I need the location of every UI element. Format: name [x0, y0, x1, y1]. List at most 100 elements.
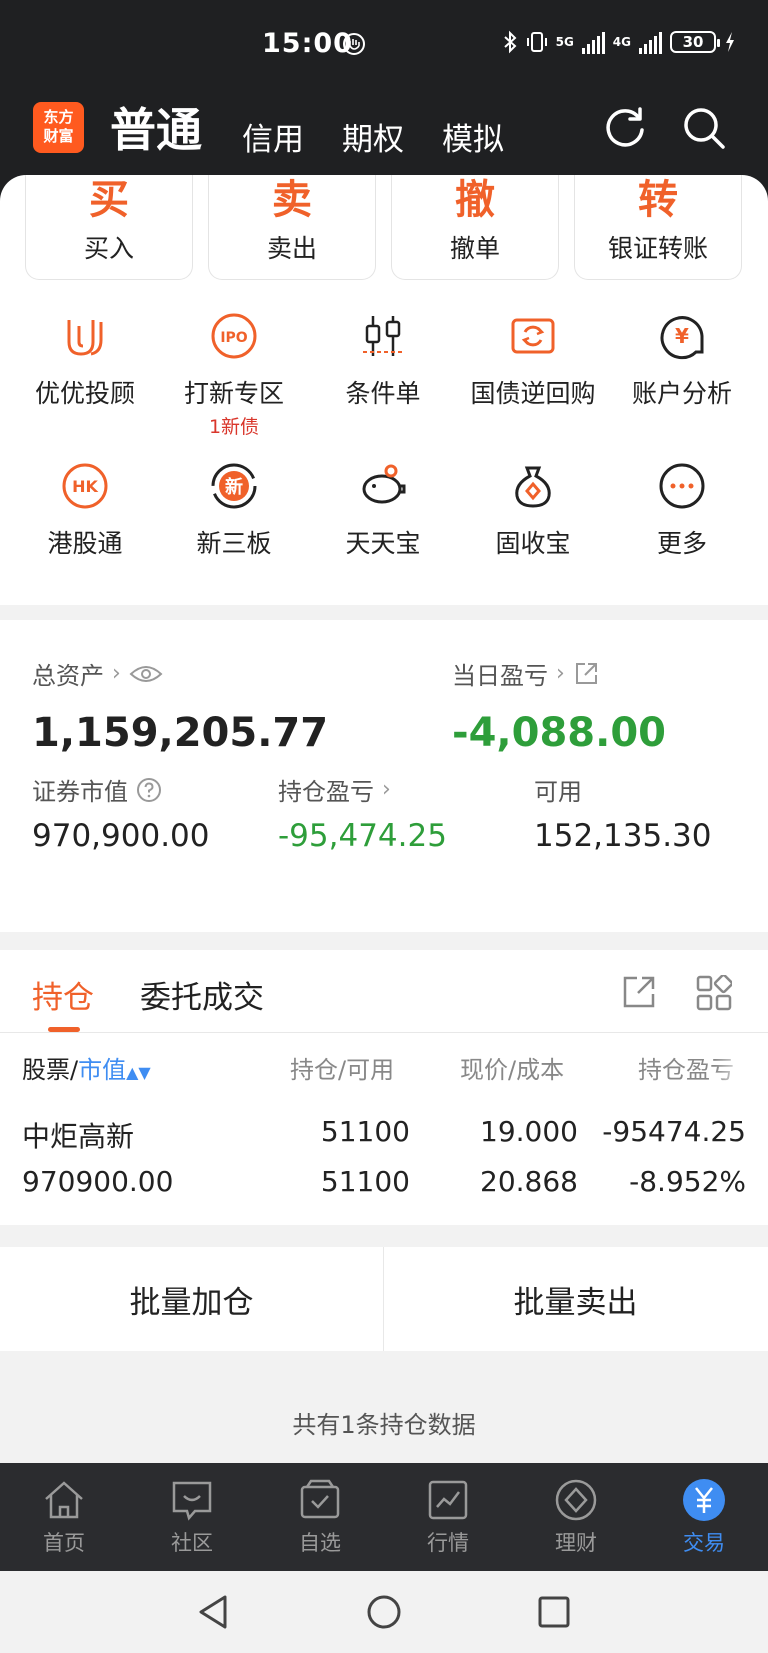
home-circle-icon[interactable] [366, 1593, 402, 1631]
more-icon [659, 463, 705, 509]
daily-pl-text: 当日盈亏 [452, 662, 548, 690]
signal-bars-icon [639, 30, 662, 54]
tab-orders-trades[interactable]: 委托成交 [140, 972, 264, 1017]
status-time: 15:00 [262, 28, 353, 59]
daily-pl-label[interactable]: 当日盈亏 › [452, 656, 599, 691]
nav-community[interactable]: 社区 [128, 1463, 256, 1571]
network-4g-label: 4G [612, 35, 631, 49]
eye-icon[interactable] [129, 664, 163, 684]
network-5g-label: 5G [555, 35, 574, 49]
tab-simulation[interactable]: 模拟 [442, 114, 504, 159]
ipo-icon: IPO [211, 313, 257, 359]
cancel-order-button[interactable]: 撤 撤单 [391, 175, 559, 280]
chat-icon [172, 1481, 212, 1521]
tab-normal[interactable]: 普通 [110, 94, 202, 160]
grid-label: 国债逆回购 [470, 379, 596, 408]
grid-item-more[interactable]: 更多 [607, 462, 757, 560]
battery-level: 30 [682, 33, 704, 51]
chevron-right-icon: › [112, 661, 121, 686]
back-icon[interactable] [195, 1593, 231, 1631]
status-bar: 15:00 5G 4G 30 [0, 0, 768, 90]
cancel-label: 撤单 [449, 234, 500, 263]
tab-options[interactable]: 期权 [342, 114, 404, 159]
app-logo: 东方 财富 [33, 102, 84, 153]
nav-wealth[interactable]: 理财 [512, 1463, 640, 1571]
nav-label: 首页 [43, 1531, 85, 1555]
transfer-char: 转 [638, 177, 678, 223]
grid-label: 更多 [656, 529, 707, 558]
total-assets-value: 1,159,205.77 [32, 710, 329, 756]
grid-label: 天天宝 [345, 529, 421, 558]
grid-item-gushoubao[interactable]: 固收宝 [458, 462, 608, 560]
market-value-value: 970,900.00 [32, 818, 210, 854]
stock-price: 19.000 [480, 1115, 578, 1148]
available-label: 可用 [534, 772, 582, 807]
available-text: 可用 [534, 778, 582, 806]
grid-item-neeq[interactable]: 新 新三板 [159, 462, 309, 560]
search-icon[interactable] [680, 104, 728, 152]
vibrate-icon [526, 32, 547, 52]
grid-item-advisor[interactable]: 优优投顾 [10, 312, 160, 410]
recents-square-icon[interactable] [536, 1593, 572, 1631]
hk-icon-text: HK [72, 477, 98, 496]
holdings-card: 持仓 委托成交 股票/市值▲▼ 持仓/可用 现价/成本 持仓盈亏 中炬高新 97… [0, 950, 768, 1225]
grid-item-conditional-order[interactable]: 条件单 [308, 312, 458, 410]
new-bond-badge: 1新债 [208, 416, 260, 438]
column-position-pl: 持仓盈亏 [638, 1056, 734, 1084]
total-assets-label[interactable]: 总资产 › [32, 656, 163, 691]
stock-available: 51100 [320, 1165, 410, 1198]
money-bag-icon [515, 466, 551, 508]
nav-watchlist[interactable]: 自选 [256, 1463, 384, 1571]
buy-button[interactable]: 买 买入 [25, 175, 193, 280]
stock-pl: -95474.25 [602, 1115, 746, 1148]
nav-trade[interactable]: 交易 [640, 1463, 768, 1571]
help-icon[interactable] [136, 777, 162, 803]
position-pl-text: 持仓盈亏 [278, 778, 374, 806]
column-stock-text: 股票/ [22, 1056, 79, 1084]
grid-item-account-analysis[interactable]: ¥ 账户分析 [607, 312, 757, 410]
battery-indicator: 30 [670, 31, 720, 53]
grid-item-ipo[interactable]: IPO 打新专区 1新债 [159, 312, 309, 439]
tab-positions[interactable]: 持仓 [32, 972, 94, 1017]
sort-arrows-icon[interactable]: ▲▼ [126, 1063, 151, 1082]
neeq-icon: 新 [211, 463, 257, 509]
neeq-icon-text: 新 [225, 476, 243, 498]
bank-transfer-button[interactable]: 转 银证转账 [574, 175, 742, 280]
status-indicators: 5G 4G 30 [502, 30, 736, 54]
refresh-icon[interactable] [601, 104, 649, 152]
reverse-repo-icon [511, 318, 555, 354]
daily-pl-value: -4,088.00 [452, 710, 666, 756]
charging-bolt-icon [726, 32, 734, 52]
stock-pl-percent: -8.952% [629, 1165, 746, 1198]
holdings-count-note: 共有1条持仓数据 [292, 1411, 476, 1439]
position-pl-label[interactable]: 持仓盈亏 › [278, 772, 391, 807]
stock-name: 中炬高新 [22, 1120, 135, 1153]
batch-sell-button[interactable]: 批量卖出 [384, 1247, 767, 1351]
nav-market[interactable]: 行情 [384, 1463, 512, 1571]
grid-item-hk-connect[interactable]: HK 港股通 [10, 462, 160, 560]
assets-card: 总资产 › 1,159,205.77 当日盈亏 › -4,088.00 证券市值… [0, 620, 768, 932]
buy-char: 买 [89, 177, 129, 223]
sell-button[interactable]: 卖 卖出 [208, 175, 376, 280]
market-value-text: 证券市值 [32, 778, 128, 806]
grid-view-icon[interactable] [696, 975, 732, 1011]
watchlist-icon [300, 1479, 340, 1519]
signal-bars-icon [581, 30, 605, 54]
grid-label: 打新专区 [183, 379, 284, 408]
grid-item-reverse-repo[interactable]: 国债逆回购 [458, 312, 608, 410]
ipo-icon-text: IPO [220, 330, 247, 346]
divider [0, 1032, 768, 1033]
batch-add-button[interactable]: 批量加仓 [0, 1247, 383, 1351]
column-price-cost: 现价/成本 [460, 1056, 565, 1084]
sort-market-value[interactable]: 市值 [78, 1056, 126, 1084]
share-out-icon[interactable] [573, 661, 599, 687]
market-chart-icon [428, 1480, 468, 1520]
position-pl-value: -95,474.25 [278, 818, 447, 854]
tab-credit[interactable]: 信用 [242, 114, 304, 159]
column-qty: 持仓/可用 [290, 1056, 395, 1084]
grid-item-tiantianbao[interactable]: 天天宝 [308, 462, 458, 560]
stock-cost: 20.868 [480, 1165, 578, 1198]
nav-home[interactable]: 首页 [0, 1463, 128, 1571]
piggy-bank-icon [362, 464, 406, 504]
share-out-icon[interactable] [622, 975, 656, 1009]
